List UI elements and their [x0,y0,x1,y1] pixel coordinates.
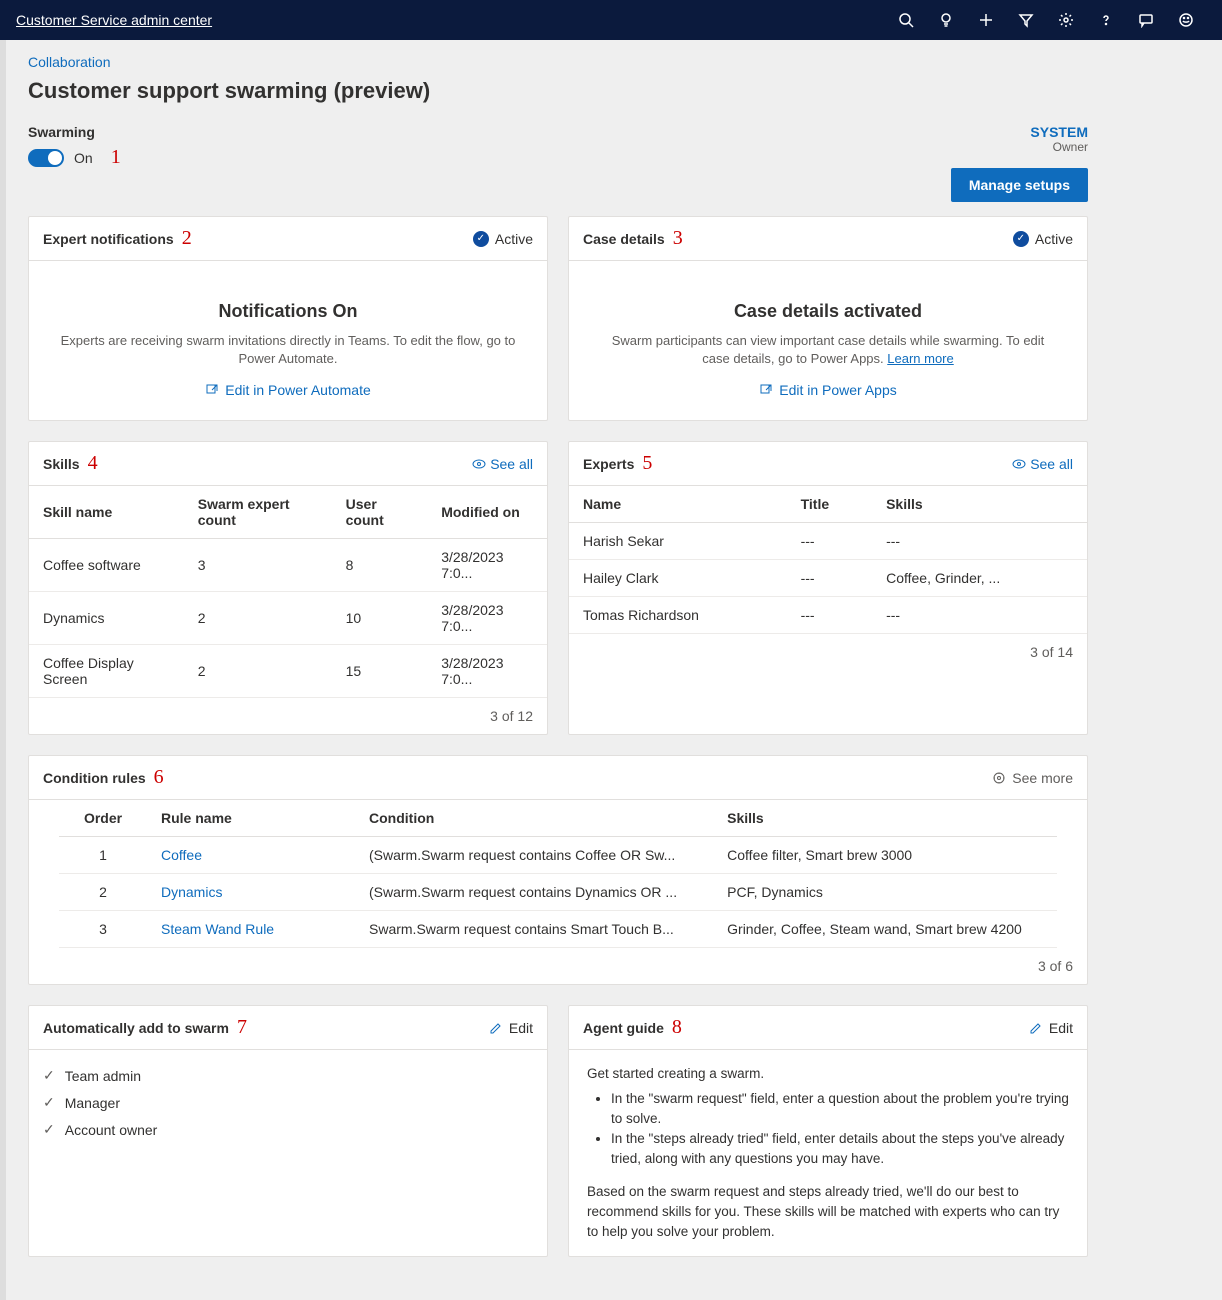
annotation-7: 7 [237,1016,247,1039]
annotation-5: 5 [642,452,652,475]
rule-link[interactable]: Coffee [161,847,202,863]
status-label: Active [1035,231,1073,247]
top-bar: Customer Service admin center [0,0,1222,40]
annotation-4: 4 [88,452,98,475]
card-title: Experts [583,456,634,472]
rules-pager: 3 of 6 [29,948,1087,984]
swarming-label: Swarming [28,124,121,140]
status-label: Active [495,231,533,247]
case-details-card: Case details 3 ✓ Active Case details act… [568,216,1088,421]
annotation-8: 8 [672,1016,682,1039]
card-title: Condition rules [43,770,146,786]
annotation-3: 3 [673,227,683,250]
card-title: Skills [43,456,80,472]
help-icon[interactable] [1086,0,1126,40]
annotation-2: 2 [182,227,192,250]
swarming-state: On [74,150,93,166]
table-row[interactable]: Dynamics2103/28/2023 7:0... [29,592,547,645]
page-title: Customer support swarming (preview) [28,78,1088,104]
owner-info: SYSTEM Owner [951,124,1088,154]
see-all-link[interactable]: See all [472,456,533,472]
notif-heading: Notifications On [59,301,517,322]
table-row[interactable]: Coffee Display Screen2153/28/2023 7:0... [29,645,547,698]
check-icon: ✓ [1013,231,1029,247]
edit-button[interactable]: Edit [1029,1020,1073,1036]
experts-pager: 3 of 14 [569,634,1087,670]
guide-bullet: In the "swarm request" field, enter a qu… [611,1089,1069,1130]
edit-button[interactable]: Edit [489,1020,533,1036]
guide-footer: Based on the swarm request and steps alr… [587,1182,1069,1243]
table-row[interactable]: Hailey Clark---Coffee, Grinder, ... [569,560,1087,597]
card-title: Case details [583,231,665,247]
rule-link[interactable]: Dynamics [161,884,222,900]
agent-guide-card: Agent guide 8 Edit Get started creating … [568,1005,1088,1257]
annotation-1: 1 [111,146,121,169]
list-item: ✓Account owner [43,1116,533,1143]
annotation-6: 6 [154,766,164,789]
guide-intro: Get started creating a swarm. [587,1064,1069,1084]
table-row[interactable]: 2Dynamics(Swarm.Swarm request contains D… [59,874,1057,911]
check-icon: ✓ [43,1067,55,1084]
expert-notifications-card: Expert notifications 2 ✓ Active Notifica… [28,216,548,421]
skills-pager: 3 of 12 [29,698,547,734]
lightbulb-icon[interactable] [926,0,966,40]
check-icon: ✓ [43,1121,55,1138]
add-icon[interactable] [966,0,1006,40]
edit-power-apps-link[interactable]: Edit in Power Apps [759,382,897,398]
manage-setups-button[interactable]: Manage setups [951,168,1088,202]
see-more-link[interactable]: See more [992,770,1073,786]
card-title: Automatically add to swarm [43,1020,229,1036]
settings-icon[interactable] [1046,0,1086,40]
app-title[interactable]: Customer Service admin center [16,12,212,28]
case-heading: Case details activated [599,301,1057,322]
experts-card: Experts 5 See all Name Title Skills Hari… [568,441,1088,735]
table-row[interactable]: Harish Sekar------ [569,523,1087,560]
rule-link[interactable]: Steam Wand Rule [161,921,274,937]
check-icon: ✓ [473,231,489,247]
table-row[interactable]: Tomas Richardson------ [569,597,1087,634]
table-row[interactable]: 1Coffee(Swarm.Swarm request contains Cof… [59,837,1057,874]
check-icon: ✓ [43,1094,55,1111]
guide-bullet: In the "steps already tried" field, ente… [611,1129,1069,1170]
skills-card: Skills 4 See all Skill name Swarm expert… [28,441,548,735]
chat-icon[interactable] [1126,0,1166,40]
case-desc: Swarm participants can view important ca… [599,332,1057,368]
see-all-link[interactable]: See all [1012,456,1073,472]
card-title: Expert notifications [43,231,174,247]
auto-add-card: Automatically add to swarm 7 Edit ✓Team … [28,1005,548,1257]
swarming-toggle[interactable] [28,149,64,167]
edit-power-automate-link[interactable]: Edit in Power Automate [205,382,371,398]
card-title: Agent guide [583,1020,664,1036]
filter-icon[interactable] [1006,0,1046,40]
table-row[interactable]: 3Steam Wand RuleSwarm.Swarm request cont… [59,911,1057,948]
list-item: ✓Manager [43,1089,533,1116]
notif-desc: Experts are receiving swarm invitations … [59,332,517,368]
learn-more-link[interactable]: Learn more [887,351,953,366]
list-item: ✓Team admin [43,1062,533,1089]
search-icon[interactable] [886,0,926,40]
smile-icon[interactable] [1166,0,1206,40]
table-row[interactable]: Coffee software383/28/2023 7:0... [29,539,547,592]
breadcrumb[interactable]: Collaboration [28,54,1088,70]
condition-rules-card: Condition rules 6 See more Order Rule na… [28,755,1088,985]
